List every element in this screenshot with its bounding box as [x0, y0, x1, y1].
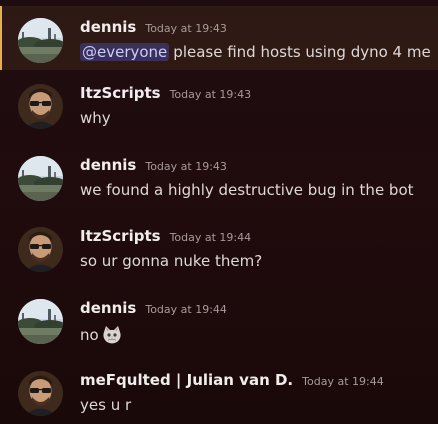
- message-text: why: [80, 109, 111, 127]
- message-item: dennis Today at 19:43 @everyone please f…: [0, 6, 438, 70]
- message-text: please find hosts using dyno 4 me: [173, 43, 431, 61]
- username[interactable]: dennis: [80, 299, 136, 317]
- message-content: so ur gonna nuke them?: [80, 252, 262, 270]
- person-avatar-icon: [18, 371, 63, 416]
- message-item: dennis Today at 19:43 we found a highly …: [0, 144, 438, 208]
- timestamp[interactable]: Today at 19:43: [170, 88, 252, 101]
- message-content: we found a highly destructive bug in the…: [80, 181, 414, 199]
- message-item: ItzScripts Today at 19:43 why: [0, 72, 438, 136]
- username[interactable]: meFqulted | Julian van D.: [80, 371, 293, 389]
- message-text: no: [80, 326, 99, 344]
- chat-message-list: dennis Today at 19:43 @everyone please f…: [0, 0, 438, 424]
- timestamp[interactable]: Today at 19:44: [145, 303, 227, 316]
- avatar[interactable]: [18, 371, 63, 416]
- message-content: @everyone please find hosts using dyno 4…: [80, 43, 431, 61]
- message-item: dennis Today at 19:44 no: [0, 287, 438, 351]
- username[interactable]: ItzScripts: [80, 84, 161, 102]
- avatar[interactable]: [18, 156, 63, 201]
- avatar[interactable]: [18, 84, 63, 129]
- person-avatar-icon: [18, 84, 63, 129]
- message-item: ItzScripts Today at 19:44 so ur gonna nu…: [0, 215, 438, 279]
- person-avatar-icon: [18, 227, 63, 272]
- avatar[interactable]: [18, 227, 63, 272]
- message-text: we found a highly destructive bug in the…: [80, 181, 414, 199]
- username[interactable]: dennis: [80, 156, 136, 174]
- cat-emoji-icon[interactable]: [101, 324, 123, 346]
- landscape-avatar-icon: [18, 299, 63, 344]
- avatar[interactable]: [18, 299, 63, 344]
- username[interactable]: dennis: [80, 18, 136, 36]
- message-content: no: [80, 324, 123, 346]
- everyone-mention[interactable]: @everyone: [80, 43, 170, 61]
- message-text: yes u r: [80, 396, 132, 414]
- message-content: why: [80, 109, 111, 127]
- message-content: yes u r: [80, 396, 131, 414]
- message-item: meFqulted | Julian van D. Today at 19:44…: [0, 359, 438, 423]
- message-text: so ur gonna nuke them?: [80, 252, 263, 270]
- username[interactable]: ItzScripts: [80, 227, 161, 245]
- timestamp[interactable]: Today at 19:43: [145, 160, 227, 173]
- landscape-avatar-icon: [18, 156, 63, 201]
- timestamp[interactable]: Today at 19:43: [145, 22, 227, 35]
- avatar[interactable]: [18, 18, 63, 63]
- landscape-avatar-icon: [18, 18, 63, 63]
- timestamp[interactable]: Today at 19:44: [302, 375, 384, 388]
- timestamp[interactable]: Today at 19:44: [170, 231, 252, 244]
